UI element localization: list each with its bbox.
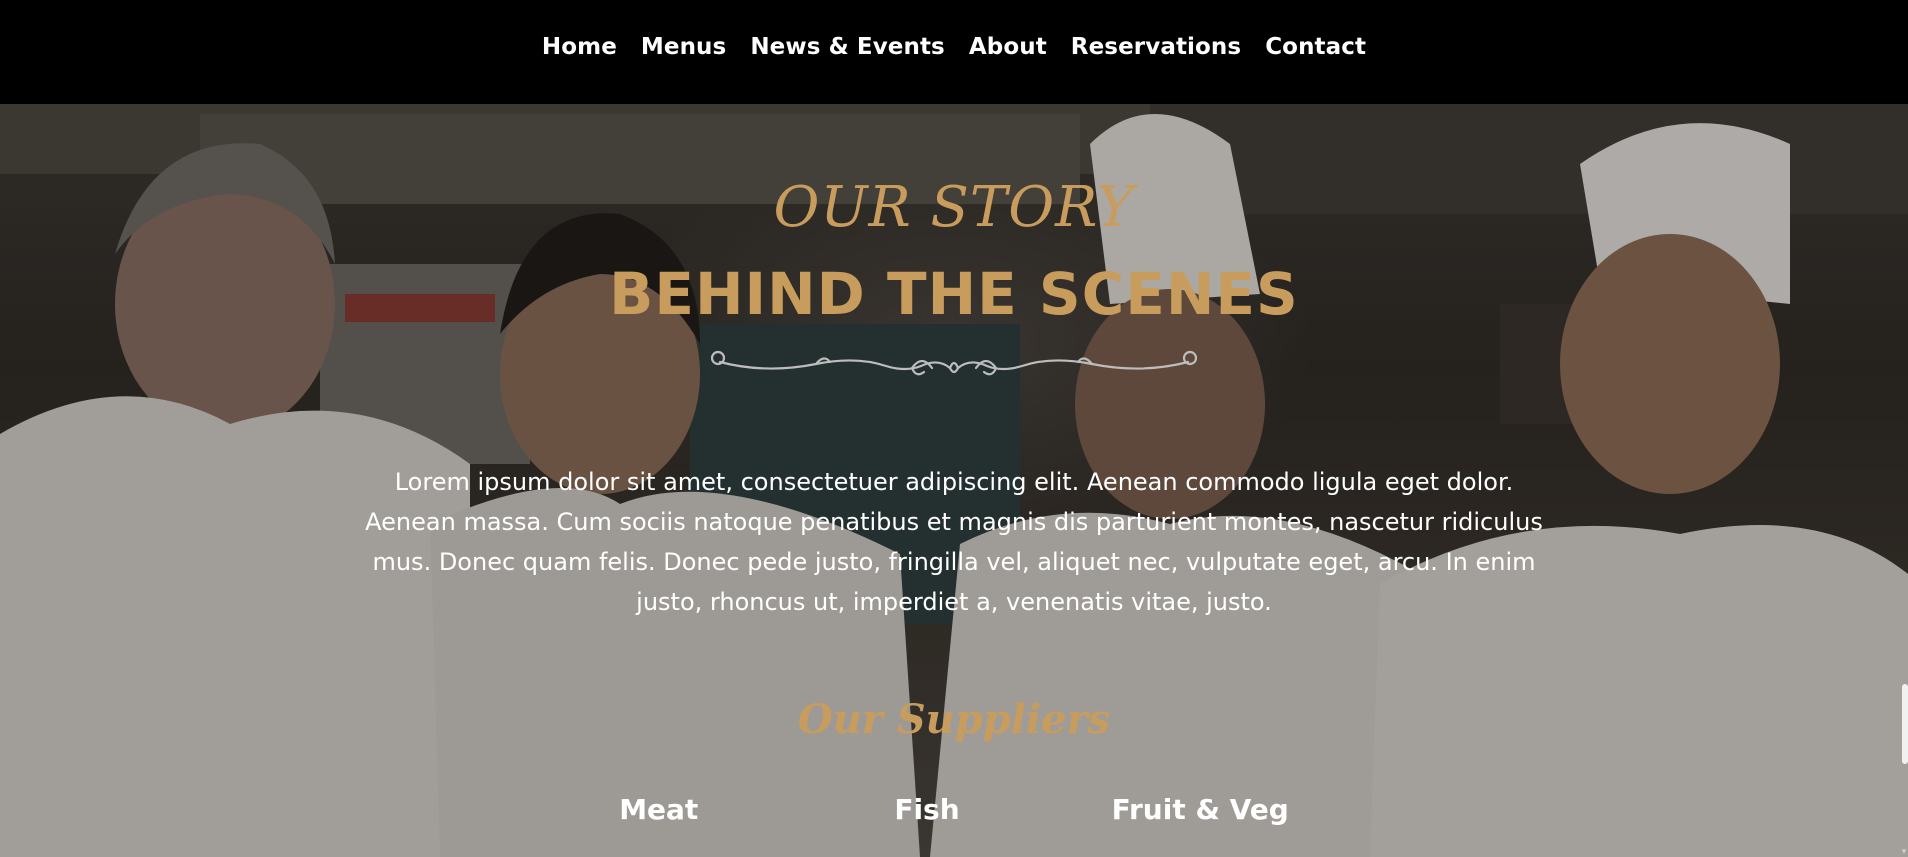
suppliers-heading: Our Suppliers <box>797 696 1111 743</box>
nav-reservations-link[interactable]: Reservations <box>1059 30 1253 64</box>
nav-menus-link[interactable]: Menus <box>629 30 738 64</box>
intro-paragraph: Lorem ipsum dolor sit amet, consectetuer… <box>365 468 1543 616</box>
page-scrollbar[interactable] <box>1900 104 1908 857</box>
scrollbar-thumb[interactable] <box>1902 684 1908 764</box>
supplier-fruit-veg: Fruit & Veg <box>1111 793 1289 826</box>
supplier-meat: Meat <box>619 793 699 826</box>
suppliers-list: Meat Fish Fruit & Veg <box>0 790 1908 830</box>
nav-news-events-link[interactable]: News & Events <box>738 30 957 64</box>
page-title: BEHIND THE SCENES <box>609 260 1299 328</box>
nav-home-link[interactable]: Home <box>530 30 629 64</box>
nav-contact-link[interactable]: Contact <box>1253 30 1378 64</box>
ornamental-scroll-divider-icon <box>710 350 1198 376</box>
supplier-fish: Fish <box>894 793 960 826</box>
our-story-section: OUR STORY BEHIND THE SCENES Lorem ipsum … <box>0 104 1908 857</box>
nav-about-link[interactable]: About <box>957 30 1059 64</box>
scroll-down-arrow-icon[interactable]: ▾ <box>1900 847 1908 857</box>
page: Home Menus News & Events About Reservati… <box>0 0 1908 857</box>
main-nav: Home Menus News & Events About Reservati… <box>0 0 1908 104</box>
section-kicker: OUR STORY <box>773 175 1135 240</box>
